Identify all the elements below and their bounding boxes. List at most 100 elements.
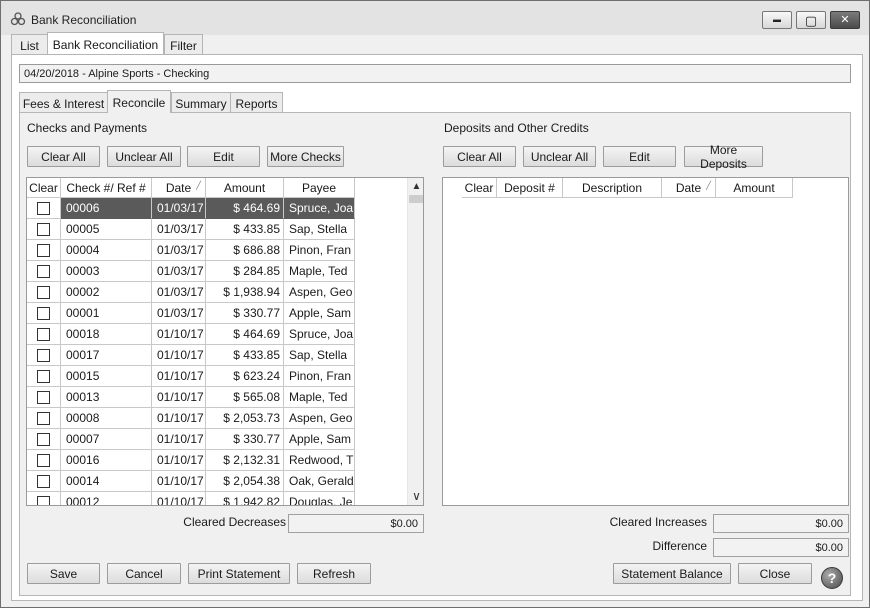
deposits-edit-button[interactable]: Edit [603, 146, 676, 167]
deposits-clear-all-button[interactable]: Clear All [443, 146, 516, 167]
column-header-clear[interactable]: Clear [462, 178, 497, 198]
scroll-thumb[interactable] [409, 195, 423, 203]
clear-checkbox[interactable] [37, 306, 50, 320]
column-header-deposit[interactable]: Deposit # [497, 178, 563, 198]
payee-cell: Sap, Stella [284, 219, 355, 240]
checks-edit-button[interactable]: Edit [187, 146, 260, 167]
table-row[interactable]: 00012 01/10/17 $ 1,942.82 Douglas, Je [27, 492, 355, 505]
clear-cell [27, 219, 61, 240]
checks-clear-all-button[interactable]: Clear All [27, 146, 100, 167]
maximize-icon: ▢ [804, 12, 818, 28]
cleared-increases-value: $0.00 [713, 514, 849, 533]
checks-grid: Clear Check #/ Ref # Date ╱ Amount Payee… [26, 177, 424, 506]
maximize-button[interactable]: ▢ [796, 11, 826, 29]
column-header-date[interactable]: Date ╱ [152, 178, 206, 198]
table-row[interactable]: 00003 01/03/17 $ 284.85 Maple, Ted [27, 261, 355, 282]
tab-summary[interactable]: Summary [171, 92, 231, 113]
refresh-button[interactable]: Refresh [297, 563, 371, 584]
clear-checkbox[interactable] [37, 327, 50, 341]
clear-cell [27, 345, 61, 366]
date-cell: 01/03/17 [152, 198, 206, 219]
checks-scrollbar[interactable]: ▲ ∨ [407, 178, 423, 505]
payee-cell: Maple, Ted [284, 387, 355, 408]
column-header-date[interactable]: Date ╱ [662, 178, 716, 198]
print-statement-button[interactable]: Print Statement [188, 563, 290, 584]
date-cell: 01/10/17 [152, 366, 206, 387]
table-row[interactable]: 00015 01/10/17 $ 623.24 Pinon, Fran [27, 366, 355, 387]
payee-cell: Pinon, Fran [284, 366, 355, 387]
column-header-description[interactable]: Description [563, 178, 662, 198]
cancel-button[interactable]: Cancel [107, 563, 181, 584]
difference-label: Difference [652, 539, 707, 553]
clear-checkbox[interactable] [37, 495, 50, 505]
clear-checkbox[interactable] [37, 411, 50, 425]
clear-checkbox[interactable] [37, 264, 50, 278]
table-row[interactable]: 00001 01/03/17 $ 330.77 Apple, Sam [27, 303, 355, 324]
payee-cell: Pinon, Fran [284, 240, 355, 261]
close-window-button[interactable]: ✕ [830, 11, 860, 29]
help-icon[interactable]: ? [821, 567, 843, 589]
tab-reports[interactable]: Reports [230, 92, 283, 113]
more-deposits-button[interactable]: More Deposits [684, 143, 763, 171]
clear-cell [27, 366, 61, 387]
date-header-label: Date [675, 181, 702, 195]
table-row[interactable]: 00016 01/10/17 $ 2,132.31 Redwood, T [27, 450, 355, 471]
clear-checkbox[interactable] [37, 201, 50, 215]
clear-checkbox[interactable] [37, 243, 50, 257]
clear-cell [27, 471, 61, 492]
payee-cell: Douglas, Je [284, 492, 355, 505]
window-title: Bank Reconciliation [31, 13, 137, 27]
clear-checkbox[interactable] [37, 453, 50, 467]
ref-cell: 00013 [61, 387, 152, 408]
tab-list[interactable]: List [11, 34, 48, 55]
clear-cell [27, 492, 61, 505]
column-header-amount[interactable]: Amount [716, 178, 793, 198]
table-row[interactable]: 00005 01/03/17 $ 433.85 Sap, Stella [27, 219, 355, 240]
tab-fees-interest[interactable]: Fees & Interest [19, 92, 108, 113]
table-row[interactable]: 00006 01/03/17 $ 464.69 Spruce, Joa [27, 198, 355, 219]
column-header-payee[interactable]: Payee [284, 178, 355, 198]
scroll-down-icon[interactable]: ∨ [408, 488, 423, 505]
column-header-clear[interactable]: Clear [27, 178, 61, 198]
checks-unclear-all-button[interactable]: Unclear All [107, 146, 181, 167]
ref-cell: 00018 [61, 324, 152, 345]
table-row[interactable]: 00002 01/03/17 $ 1,938.94 Aspen, Geo [27, 282, 355, 303]
tab-label: Fees & Interest [22, 97, 105, 111]
table-row[interactable]: 00004 01/03/17 $ 686.88 Pinon, Fran [27, 240, 355, 261]
table-row[interactable]: 00014 01/10/17 $ 2,054.38 Oak, Gerald [27, 471, 355, 492]
clear-checkbox[interactable] [37, 348, 50, 362]
more-checks-button[interactable]: More Checks [267, 146, 344, 167]
statement-balance-button[interactable]: Statement Balance [613, 563, 731, 584]
close-icon: ✕ [840, 13, 850, 26]
cleared-decreases-label: Cleared Decreases [183, 515, 286, 529]
column-header-amount[interactable]: Amount [206, 178, 284, 198]
clear-checkbox[interactable] [37, 390, 50, 404]
clear-checkbox[interactable] [37, 432, 50, 446]
clear-checkbox[interactable] [37, 285, 50, 299]
account-display: 04/20/2018 - Alpine Sports - Checking [19, 64, 851, 83]
table-row[interactable]: 00008 01/10/17 $ 2,053.73 Aspen, Geo [27, 408, 355, 429]
clear-checkbox[interactable] [37, 369, 50, 383]
minimize-button[interactable]: ▬ [762, 11, 792, 29]
date-cell: 01/10/17 [152, 324, 206, 345]
tab-bank-reconciliation[interactable]: Bank Reconciliation [47, 32, 164, 54]
tab-reconcile[interactable]: Reconcile [107, 90, 171, 113]
scroll-up-icon[interactable]: ▲ [408, 178, 423, 195]
tab-filter[interactable]: Filter [164, 34, 203, 55]
deposits-unclear-all-button[interactable]: Unclear All [523, 146, 596, 167]
table-row[interactable]: 00007 01/10/17 $ 330.77 Apple, Sam [27, 429, 355, 450]
amount-cell: $ 1,942.82 [206, 492, 284, 505]
table-row[interactable]: 00018 01/10/17 $ 464.69 Spruce, Joa [27, 324, 355, 345]
column-header-ref[interactable]: Check #/ Ref # [61, 178, 152, 198]
clear-checkbox[interactable] [37, 222, 50, 236]
save-button[interactable]: Save [27, 563, 100, 584]
clear-cell [27, 429, 61, 450]
ref-cell: 00008 [61, 408, 152, 429]
close-button[interactable]: Close [738, 563, 812, 584]
table-row[interactable]: 00013 01/10/17 $ 565.08 Maple, Ted [27, 387, 355, 408]
ref-cell: 00015 [61, 366, 152, 387]
clear-checkbox[interactable] [37, 474, 50, 488]
clear-cell [27, 450, 61, 471]
amount-cell: $ 284.85 [206, 261, 284, 282]
table-row[interactable]: 00017 01/10/17 $ 433.85 Sap, Stella [27, 345, 355, 366]
